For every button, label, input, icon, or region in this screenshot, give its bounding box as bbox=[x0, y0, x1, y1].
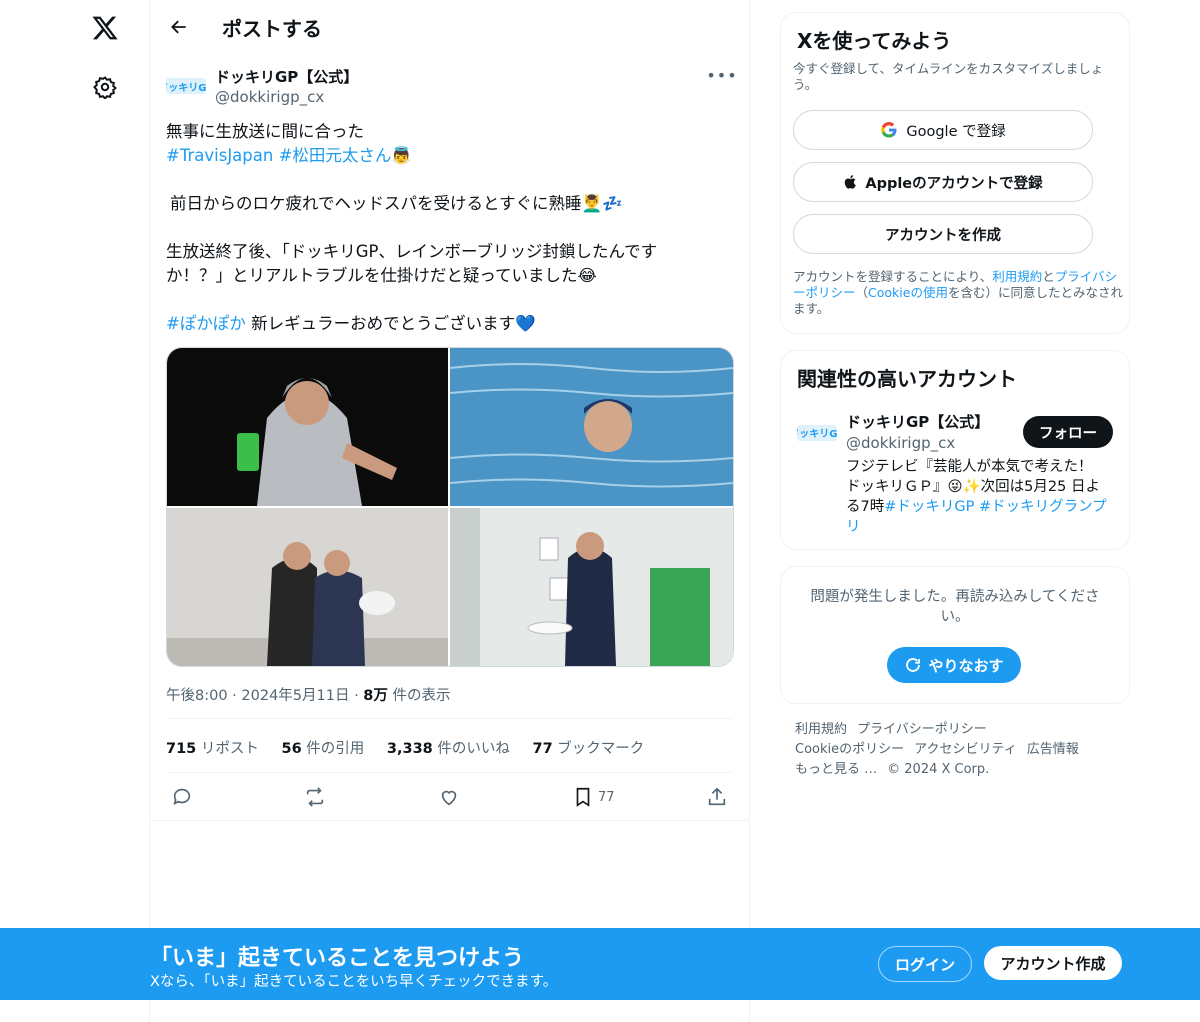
hashtag-link[interactable]: #ドッキリGP #ドッキリグランプ bbox=[884, 499, 1106, 515]
related-bio: フジテレビ『芸能人が本気で考えた！ ドッキリＧＰ』😜✨次回は5月25 日よ る7… bbox=[846, 457, 1121, 537]
terms-link[interactable]: 利用規約 bbox=[992, 269, 1042, 284]
x-logo-icon[interactable] bbox=[84, 7, 126, 49]
hashtag-link[interactable]: #TravisJapan #松田元太さん bbox=[166, 146, 391, 165]
footer-link[interactable]: アクセシビリティ bbox=[914, 742, 1017, 757]
google-icon bbox=[880, 121, 898, 139]
main-column: ポストする ドッキリGP ドッキリGP【公式】 @dokkirigp_cx ••… bbox=[149, 0, 750, 1022]
legal-text: と bbox=[1042, 269, 1055, 284]
retry-button[interactable]: やりなおす bbox=[887, 647, 1021, 683]
error-message: 問題が発生しました。再読み込みしてください。 bbox=[810, 589, 1100, 625]
tweet-line: 前日からのロケ疲れでヘッドスパを受けるとすぐに熟睡 bbox=[170, 194, 582, 213]
create-account-button[interactable]: アカウントを作成 bbox=[793, 214, 1093, 254]
more-icon[interactable]: ••• bbox=[706, 66, 736, 85]
apple-signup-label: Appleのアカウントで登録 bbox=[865, 175, 1043, 192]
stat-bookmarks[interactable]: 77 ブックマーク bbox=[533, 737, 645, 758]
author-handle[interactable]: @dokkirigp_cx bbox=[215, 88, 358, 106]
signup-legal: アカウントを登録することにより、利用規約とプライバシーポリシー（Cookieの使… bbox=[793, 269, 1123, 317]
back-arrow-icon[interactable] bbox=[162, 10, 196, 44]
login-button[interactable]: ログイン bbox=[878, 946, 972, 982]
apple-signup-button[interactable]: Appleのアカウントで登録 bbox=[793, 162, 1093, 202]
stat-quotes[interactable]: 56 件の引用 bbox=[282, 737, 365, 758]
post-stats: 715 リポスト 56 件の引用 3,338 件のいいね 77 ブックマーク bbox=[166, 737, 662, 758]
footer-link[interactable]: もっと見る … bbox=[795, 762, 877, 777]
footer-links: 利用規約 プライバシーポリシー Cookieのポリシー アクセシビリティ 広告情報 も… bbox=[795, 720, 1115, 780]
emoji: 💆‍♂️💤 bbox=[581, 194, 623, 213]
post-time[interactable]: 午後8:00 bbox=[166, 688, 228, 704]
google-signup-button[interactable]: Google で登録 bbox=[793, 110, 1093, 150]
tweet-line: か！？」とリアルトラブルを仕掛けだと疑っていました bbox=[166, 266, 578, 285]
related-name[interactable]: ドッキリGP【公式】 bbox=[846, 411, 989, 432]
error-card: 問題が発生しました。再読み込みしてください。 やりなおす bbox=[780, 566, 1130, 704]
banner-subtitle: Xなら、「いま」起きていることをいち早くチェックできます。 bbox=[150, 974, 558, 990]
related-title: 関連性の高いアカウント bbox=[797, 367, 1017, 391]
create-account-label: アカウントを作成 bbox=[885, 227, 1001, 244]
signup-banner: 「いま」起きていることを見つけよう Xなら、「いま」起きていることをいち早くチェ… bbox=[0, 928, 1200, 1000]
author-name[interactable]: ドッキリGP【公式】 bbox=[215, 66, 358, 87]
author-info: ドッキリGP【公式】 @dokkirigp_cx bbox=[215, 66, 358, 106]
bio-line: ドッキリＧＰ』😜✨次回は5月25 日よ bbox=[846, 479, 1100, 495]
follow-button[interactable]: フォロー bbox=[1023, 416, 1113, 448]
footer-link[interactable]: プライバシーポリシー bbox=[857, 722, 987, 737]
cookie-link[interactable]: Cookieの使用 bbox=[868, 285, 948, 300]
signup-title: Xを使ってみよう bbox=[797, 29, 952, 53]
reply-icon[interactable] bbox=[171, 785, 193, 809]
left-nav bbox=[0, 0, 150, 1022]
stat-reposts[interactable]: 715 リポスト bbox=[166, 737, 259, 758]
tweet-line: 無事に生放送に間に合った bbox=[166, 122, 364, 141]
emoji: 💙 bbox=[515, 314, 536, 333]
post-date[interactable]: 2024年5月11日 bbox=[241, 688, 349, 704]
media-photo[interactable] bbox=[450, 508, 733, 666]
settings-icon[interactable] bbox=[84, 66, 126, 108]
media-photo[interactable] bbox=[167, 508, 448, 666]
tweet-text: 無事に生放送に間に合った #TravisJapan #松田元太さん👼 前日からの… bbox=[166, 120, 696, 336]
avatar-logo-text: ドッキリGP bbox=[797, 428, 837, 440]
share-icon[interactable] bbox=[706, 785, 728, 809]
hashtag-link[interactable]: #ぽかぽか bbox=[166, 314, 246, 333]
media-photo[interactable] bbox=[167, 348, 448, 506]
signup-subtitle: 今すぐ登録して、タイムラインをカスタマイズしましょう。 bbox=[793, 61, 1104, 92]
avatar-logo-text: ドッキリGP bbox=[166, 82, 206, 94]
divider bbox=[166, 772, 733, 773]
avatar[interactable]: ドッキリGP bbox=[789, 421, 845, 445]
separator: · bbox=[232, 688, 237, 704]
views-label: 件の表示 bbox=[392, 688, 451, 704]
copyright: © 2024 X Corp. bbox=[887, 762, 990, 777]
bookmark-count: 77 bbox=[598, 789, 615, 805]
separator: · bbox=[354, 688, 359, 704]
tweet-line: 新レギュラーおめでとうございます bbox=[251, 314, 516, 333]
emoji: 👼 bbox=[391, 146, 412, 165]
page-title: ポストする bbox=[222, 17, 322, 41]
repost-icon[interactable] bbox=[304, 785, 326, 809]
related-handle[interactable]: @dokkirigp_cx bbox=[846, 434, 955, 452]
like-icon[interactable] bbox=[438, 785, 460, 809]
hashtag-link[interactable]: リ bbox=[846, 517, 1121, 537]
footer-link[interactable]: 利用規約 bbox=[795, 722, 847, 737]
bookmark-icon[interactable]: 77 bbox=[572, 785, 615, 809]
views-count: 8万 bbox=[363, 688, 388, 704]
divider bbox=[166, 718, 733, 719]
top-bar: ポストする bbox=[150, 0, 749, 53]
retry-label: やりなおす bbox=[928, 656, 1004, 675]
stat-likes[interactable]: 3,338 件のいいね bbox=[387, 737, 510, 758]
post-meta: 午後8:00 · 2024年5月11日 · 8万 件の表示 bbox=[166, 684, 451, 705]
tweet-line: 生放送終了後、「ドッキリGP、レインボーブリッジ封鎖したんです bbox=[166, 242, 658, 261]
related-accounts-card: 関連性の高いアカウント ドッキリGP ドッキリGP【公式】 @dokkirigp… bbox=[780, 350, 1130, 550]
legal-text: （ bbox=[855, 285, 869, 300]
banner-title: 「いま」起きていることを見つけよう bbox=[150, 946, 525, 971]
divider bbox=[150, 820, 749, 821]
footer-link[interactable]: Cookieのポリシー bbox=[795, 742, 904, 757]
legal-text: アカウントを登録することにより、 bbox=[793, 269, 993, 284]
apple-icon bbox=[843, 173, 859, 191]
bio-line: フジテレビ『芸能人が本気で考えた！ bbox=[846, 459, 1093, 475]
emoji: 😂 bbox=[577, 266, 597, 285]
refresh-icon bbox=[904, 656, 922, 674]
signup-card: Xを使ってみよう 今すぐ登録して、タイムラインをカスタマイズしましょう。 Goo… bbox=[780, 12, 1130, 334]
media-grid bbox=[166, 347, 734, 667]
media-photo[interactable] bbox=[449, 348, 733, 506]
banner-signup-button[interactable]: アカウント作成 bbox=[984, 946, 1122, 980]
bio-line: る7時 bbox=[846, 499, 885, 515]
footer-link[interactable]: 広告情報 bbox=[1027, 742, 1079, 757]
google-signup-label: Google で登録 bbox=[906, 123, 1006, 140]
avatar[interactable]: ドッキリGP bbox=[158, 72, 214, 100]
